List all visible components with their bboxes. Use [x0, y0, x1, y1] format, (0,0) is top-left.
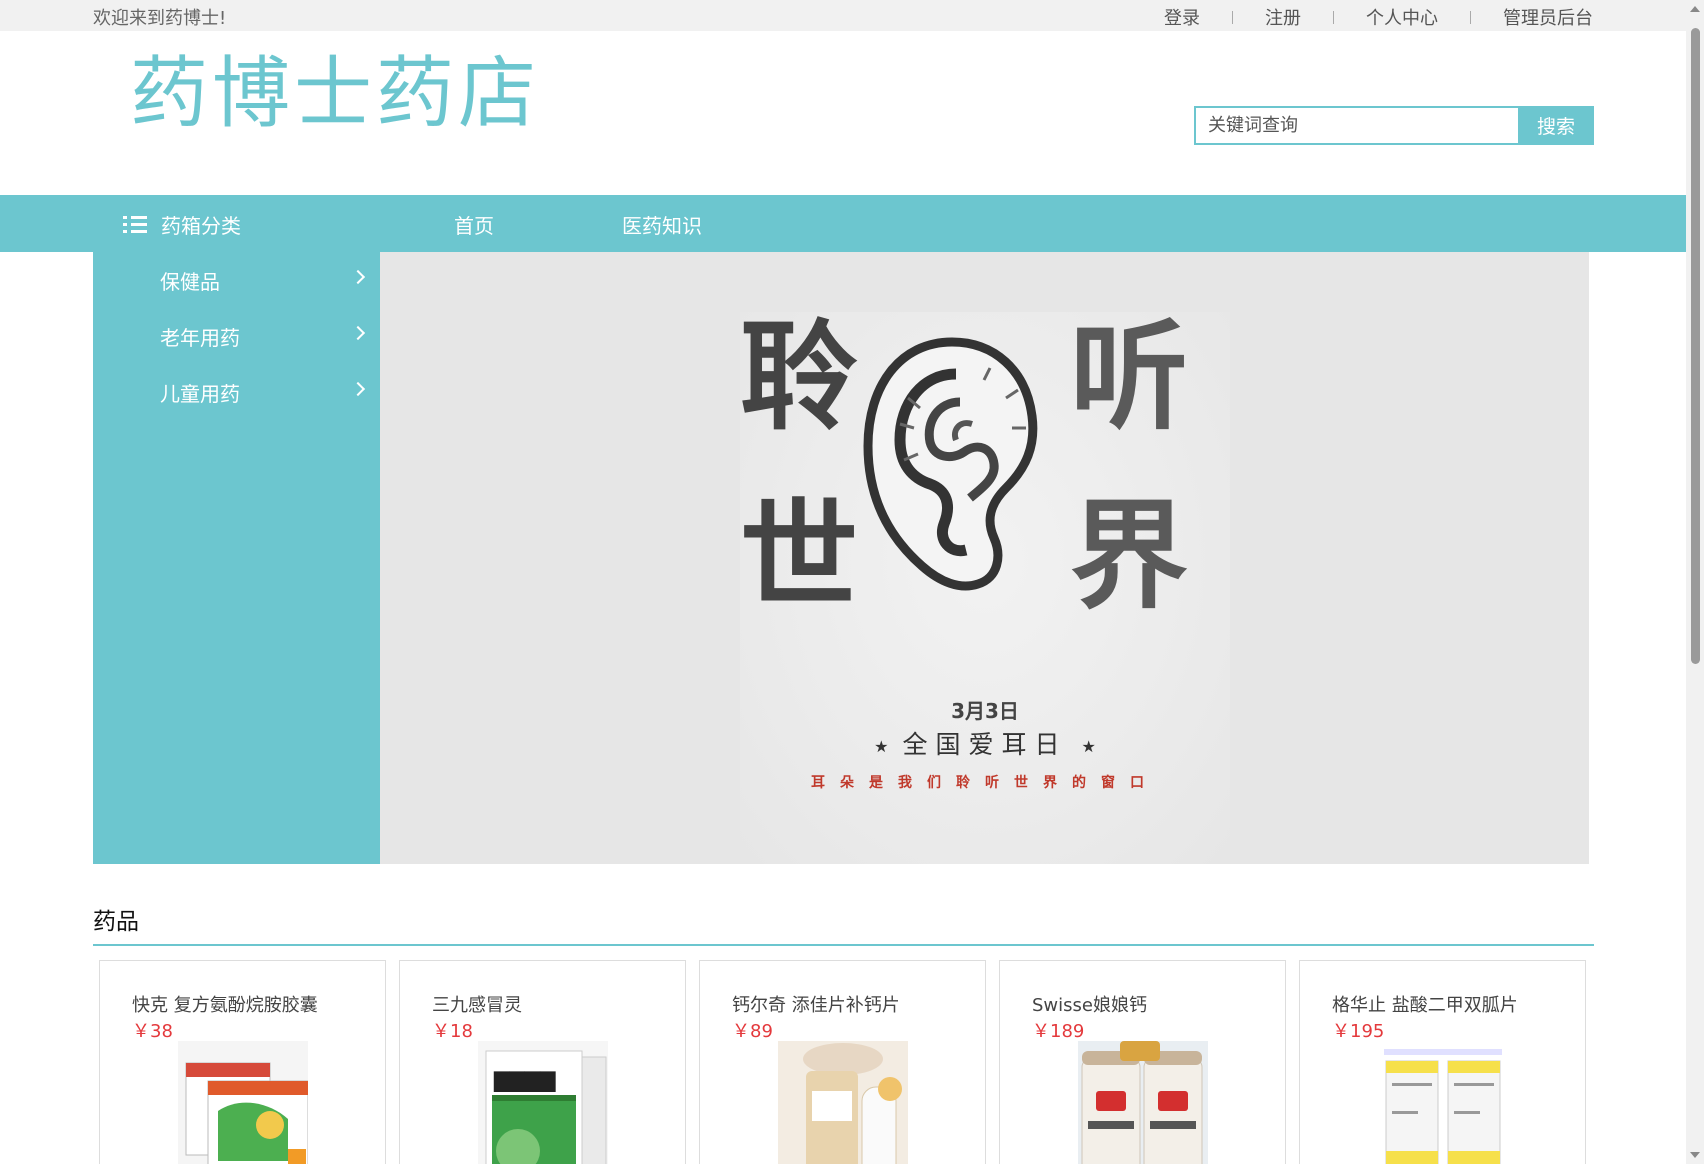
scroll-down-arrow-icon[interactable]: [1690, 1152, 1700, 1158]
product-name[interactable]: 格华止 盐酸二甲双胍片: [1332, 991, 1518, 1017]
search-input[interactable]: [1194, 106, 1518, 145]
chevron-right-icon: [350, 325, 366, 341]
banner-festival: ★ 全国爱耳日 ★: [740, 725, 1230, 761]
product-image[interactable]: ▇▇▇▇: [478, 1041, 608, 1164]
login-link[interactable]: 登录: [1164, 4, 1200, 30]
sidebar-item-label: 保健品: [160, 269, 220, 294]
scroll-thumb[interactable]: [1691, 28, 1700, 664]
sidebar-item-children[interactable]: 儿童用药: [93, 364, 380, 420]
admin-link[interactable]: 管理员后台: [1503, 4, 1593, 30]
banner-date: 3月3日: [951, 699, 1019, 723]
product-image[interactable]: [1378, 1041, 1508, 1164]
nav-medical-knowledge[interactable]: 医药知识: [622, 210, 702, 239]
banner-char: 聆: [740, 307, 859, 446]
category-title-label: 药箱分类: [161, 214, 241, 238]
page-scrollbar[interactable]: [1686, 0, 1704, 1164]
festival-name: 全国爱耳日: [902, 730, 1068, 759]
category-menu-title[interactable]: 药箱分类: [123, 210, 241, 239]
nav-home[interactable]: 首页: [454, 210, 494, 239]
chevron-right-icon: [350, 381, 366, 397]
product-card[interactable]: 钙尔奇 添佳片补钙片 ￥89: [699, 960, 986, 1164]
banner-char: 界: [1070, 486, 1189, 625]
ear-day-poster: 聆 听 世 界 3月3日 ★ 全国爱耳日 ★ 耳朵是我们聆听世界的窗口: [740, 312, 1230, 864]
ear-illustration: [863, 337, 1038, 591]
register-link[interactable]: 注册: [1265, 4, 1301, 30]
search-button[interactable]: 搜索: [1518, 106, 1594, 145]
product-name[interactable]: 快克 复方氨酚烷胺胶囊: [132, 991, 318, 1017]
top-bar: 欢迎来到药博士! 登录 注册 个人中心 管理员后台: [0, 0, 1686, 31]
site-logo[interactable]: 药博士药店: [130, 48, 540, 140]
category-sidebar: 保健品 老年用药 儿童用药: [93, 252, 380, 864]
star-icon: ★: [1081, 736, 1096, 756]
divider: [1470, 10, 1471, 24]
product-price: ￥195: [1332, 1021, 1385, 1042]
sidebar-item-label: 老年用药: [160, 325, 240, 350]
scroll-up-arrow-icon[interactable]: [1690, 6, 1700, 12]
product-image[interactable]: [778, 1041, 908, 1164]
welcome-text: 欢迎来到药博士!: [93, 8, 227, 29]
product-card[interactable]: 三九感冒灵 ￥18 ▇▇▇▇: [399, 960, 686, 1164]
chevron-right-icon: [350, 269, 366, 285]
product-price: ￥89: [732, 1021, 773, 1042]
hero-banner[interactable]: 聆 听 世 界 3月3日 ★ 全国爱耳日 ★ 耳朵是我们聆听世界的窗口: [380, 252, 1589, 864]
product-card[interactable]: 格华止 盐酸二甲双胍片 ￥195: [1299, 960, 1586, 1164]
star-icon: ★: [874, 736, 889, 756]
divider: [1232, 10, 1233, 24]
banner-char: 听: [1070, 307, 1189, 446]
search-bar: 搜索: [1194, 106, 1594, 145]
list-icon: [123, 215, 147, 235]
section-title: 药品: [93, 909, 139, 935]
section-divider: [93, 944, 1594, 946]
product-name[interactable]: Swisse娘娘钙: [1032, 991, 1147, 1017]
product-list: 快克 复方氨酚烷胺胶囊 ￥38 三九感冒灵 ￥18 ▇▇▇▇ 钙尔奇 添佳片补钙…: [99, 960, 1599, 1164]
sidebar-item-health[interactable]: 保健品: [93, 252, 380, 308]
product-name[interactable]: 三九感冒灵: [432, 991, 522, 1017]
product-image[interactable]: [1078, 1041, 1208, 1164]
user-center-link[interactable]: 个人中心: [1366, 4, 1438, 30]
product-price: ￥189: [1032, 1021, 1085, 1042]
divider: [1333, 10, 1334, 24]
product-price: ￥18: [432, 1021, 473, 1042]
product-card[interactable]: Swisse娘娘钙 ￥189: [999, 960, 1286, 1164]
banner-char: 世: [740, 486, 859, 625]
product-price: ￥38: [132, 1021, 173, 1042]
sidebar-item-label: 儿童用药: [160, 381, 240, 406]
top-links: 登录 注册 个人中心 管理员后台: [1164, 4, 1593, 30]
product-image[interactable]: [178, 1041, 308, 1164]
product-card[interactable]: 快克 复方氨酚烷胺胶囊 ￥38: [99, 960, 386, 1164]
banner-tagline: 耳朵是我们聆听世界的窗口: [811, 775, 1159, 791]
main-nav: 药箱分类 首页 医药知识: [0, 195, 1686, 252]
sidebar-item-elderly[interactable]: 老年用药: [93, 308, 380, 364]
product-name[interactable]: 钙尔奇 添佳片补钙片: [732, 991, 900, 1017]
product-image-label: ▇▇▇▇: [493, 1068, 556, 1092]
